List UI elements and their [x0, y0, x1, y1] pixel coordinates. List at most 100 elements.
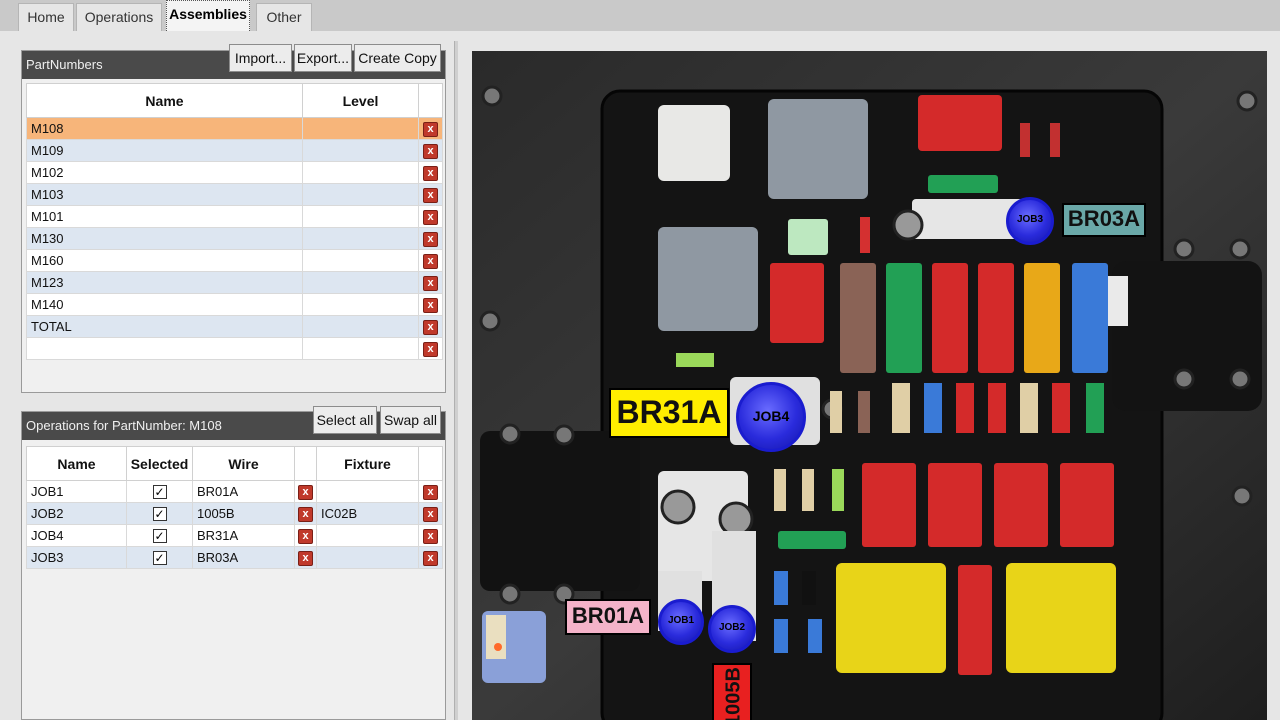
select-all-button[interactable]: Select all	[313, 406, 377, 434]
partnumber-name-cell[interactable]: M140	[26, 293, 303, 316]
partnumber-level-cell[interactable]	[302, 183, 419, 206]
tab-assemblies[interactable]: Assemblies	[166, 0, 250, 31]
partnumber-level-cell[interactable]	[302, 205, 419, 228]
partnumber-level-cell[interactable]	[302, 139, 419, 162]
tab-bar: Home Operations Assemblies Other	[0, 0, 1280, 32]
table-row[interactable]: TOTAL x	[26, 315, 443, 338]
export-button[interactable]: Export...	[294, 44, 352, 72]
delete-icon[interactable]: x	[423, 253, 438, 269]
table-row[interactable]: JOB2 ✓ 1005B x IC02B x	[26, 502, 443, 525]
delete-icon[interactable]: x	[423, 484, 438, 500]
partnumber-level-cell[interactable]	[302, 249, 419, 272]
tab-other[interactable]: Other	[256, 3, 312, 31]
wire-delete-icon[interactable]: x	[298, 528, 313, 544]
delete-icon[interactable]: x	[423, 143, 438, 159]
operations-table: Name Selected Wire Fixture JOB1 ✓ BR01A x x J…	[26, 446, 443, 569]
delete-icon[interactable]: x	[423, 550, 438, 566]
table-row[interactable]: M123 x	[26, 271, 443, 294]
delete-icon[interactable]: x	[423, 165, 438, 181]
partnumber-level-cell[interactable]	[302, 315, 419, 338]
partnumber-level-cell[interactable]	[302, 271, 419, 294]
partnumber-name-cell[interactable]: M130	[26, 227, 303, 250]
table-row[interactable]: JOB4 ✓ BR31A x x	[26, 524, 443, 547]
delete-icon[interactable]: x	[423, 231, 438, 247]
delete-icon[interactable]: x	[423, 297, 438, 313]
table-row[interactable]: M109 x	[26, 139, 443, 162]
partnumber-name-cell[interactable]: M102	[26, 161, 303, 184]
partnumber-level-cell[interactable]	[302, 227, 419, 250]
column-header-op-name[interactable]: Name	[26, 446, 127, 481]
table-row[interactable]: M108 x	[26, 117, 443, 140]
partnumber-name-cell[interactable]	[26, 337, 303, 360]
partnumber-level-cell[interactable]	[302, 117, 419, 140]
table-row[interactable]: M103 x	[26, 183, 443, 206]
delete-icon[interactable]: x	[423, 121, 438, 137]
panel-splitter[interactable]	[454, 41, 458, 720]
column-header-level[interactable]: Level	[302, 83, 419, 118]
import-button[interactable]: Import...	[229, 44, 292, 72]
wire-label-br01a: BR01A	[565, 599, 651, 635]
delete-icon[interactable]: x	[423, 528, 438, 544]
fixture-cell[interactable]: IC02B	[316, 502, 419, 525]
partnumber-name-cell[interactable]: M109	[26, 139, 303, 162]
wire-delete-icon[interactable]: x	[298, 506, 313, 522]
wire-delete-icon[interactable]: x	[298, 484, 313, 500]
table-row[interactable]: M130 x	[26, 227, 443, 250]
selected-checkbox[interactable]: ✓	[152, 529, 167, 544]
operation-name-cell[interactable]: JOB2	[26, 502, 127, 525]
partnumber-name-cell[interactable]: M101	[26, 205, 303, 228]
fixture-cell[interactable]	[316, 546, 419, 569]
table-row[interactable]: M160 x	[26, 249, 443, 272]
delete-icon[interactable]: x	[423, 319, 438, 335]
table-row[interactable]: JOB1 ✓ BR01A x x	[26, 480, 443, 503]
wire-delete-icon[interactable]: x	[298, 550, 313, 566]
partnumber-name-cell[interactable]: M160	[26, 249, 303, 272]
operation-name-cell[interactable]: JOB3	[26, 546, 127, 569]
column-header-wire[interactable]: Wire	[192, 446, 295, 481]
fixture-cell[interactable]	[316, 480, 419, 503]
partnumber-name-cell[interactable]: M123	[26, 271, 303, 294]
wire-cell[interactable]: BR01A	[192, 480, 295, 503]
delete-cell: x	[418, 249, 443, 272]
job1-marker[interactable]: JOB1	[658, 599, 704, 645]
operation-name-cell[interactable]: JOB4	[26, 524, 127, 547]
job2-marker[interactable]: JOB2	[708, 605, 756, 653]
job4-marker[interactable]: JOB4	[736, 382, 806, 452]
wire-cell[interactable]: BR31A	[192, 524, 295, 547]
delete-icon[interactable]: x	[423, 209, 438, 225]
fixture-cell[interactable]	[316, 524, 419, 547]
operation-delete-cell: x	[418, 502, 443, 525]
table-row[interactable]: M101 x	[26, 205, 443, 228]
delete-icon[interactable]: x	[423, 506, 438, 522]
partnumber-name-cell[interactable]: M103	[26, 183, 303, 206]
column-header-fixture[interactable]: Fixture	[316, 446, 419, 481]
selected-checkbox[interactable]: ✓	[152, 485, 167, 500]
wire-cell[interactable]: BR03A	[192, 546, 295, 569]
operation-name-cell[interactable]: JOB1	[26, 480, 127, 503]
partnumber-level-cell[interactable]	[302, 161, 419, 184]
column-header-selected[interactable]: Selected	[126, 446, 193, 481]
tab-operations[interactable]: Operations	[76, 3, 162, 31]
table-row[interactable]: M140 x	[26, 293, 443, 316]
partnumber-name-cell[interactable]: TOTAL	[26, 315, 303, 338]
tab-home[interactable]: Home	[18, 3, 74, 31]
table-row[interactable]: x	[26, 337, 443, 360]
partnumber-level-cell[interactable]	[302, 293, 419, 316]
table-row[interactable]: JOB3 ✓ BR03A x x	[26, 546, 443, 569]
column-header-name[interactable]: Name	[26, 83, 303, 118]
partnumber-name-cell[interactable]: M108	[26, 117, 303, 140]
create-copy-button[interactable]: Create Copy	[354, 44, 441, 72]
job3-marker[interactable]: JOB3	[1006, 197, 1054, 245]
selected-checkbox[interactable]: ✓	[152, 551, 167, 566]
wire-cell[interactable]: 1005B	[192, 502, 295, 525]
column-header-op-delete	[418, 446, 443, 481]
swap-all-button[interactable]: Swap all	[380, 406, 441, 434]
delete-icon[interactable]: x	[423, 341, 438, 357]
selected-checkbox[interactable]: ✓	[152, 507, 167, 522]
operation-delete-cell: x	[418, 480, 443, 503]
delete-cell: x	[418, 183, 443, 206]
table-row[interactable]: M102 x	[26, 161, 443, 184]
partnumber-level-cell[interactable]	[302, 337, 419, 360]
delete-icon[interactable]: x	[423, 275, 438, 291]
delete-icon[interactable]: x	[423, 187, 438, 203]
